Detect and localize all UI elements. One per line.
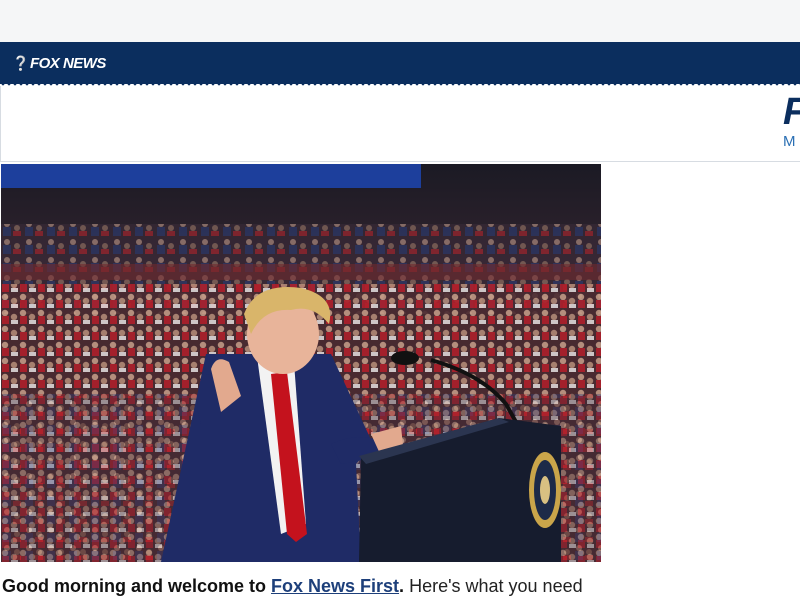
hero-photo xyxy=(1,164,601,562)
fox-news-logo[interactable]: ❔ FOX NEWS xyxy=(12,54,106,72)
intro-rest: Here's what you need xyxy=(404,576,583,596)
logo-text: FOX NEWS xyxy=(29,54,107,72)
newsletter-banner: F M xyxy=(0,86,800,162)
blue-banner-strip xyxy=(1,164,421,188)
intro-lead: Good morning and welcome to xyxy=(2,576,272,596)
site-header: ❔ FOX NEWS xyxy=(0,42,800,87)
fox-news-first-link[interactable]: Fox News First xyxy=(271,576,399,596)
banner-title: F xyxy=(783,90,800,134)
banner-subtitle: M xyxy=(783,133,796,150)
browser-top-strip xyxy=(0,0,800,42)
intro-paragraph: Good morning and welcome to Fox News Fir… xyxy=(2,574,798,598)
rally-photo xyxy=(1,164,601,562)
fox-news-logo-icon: ❔ xyxy=(12,54,29,71)
